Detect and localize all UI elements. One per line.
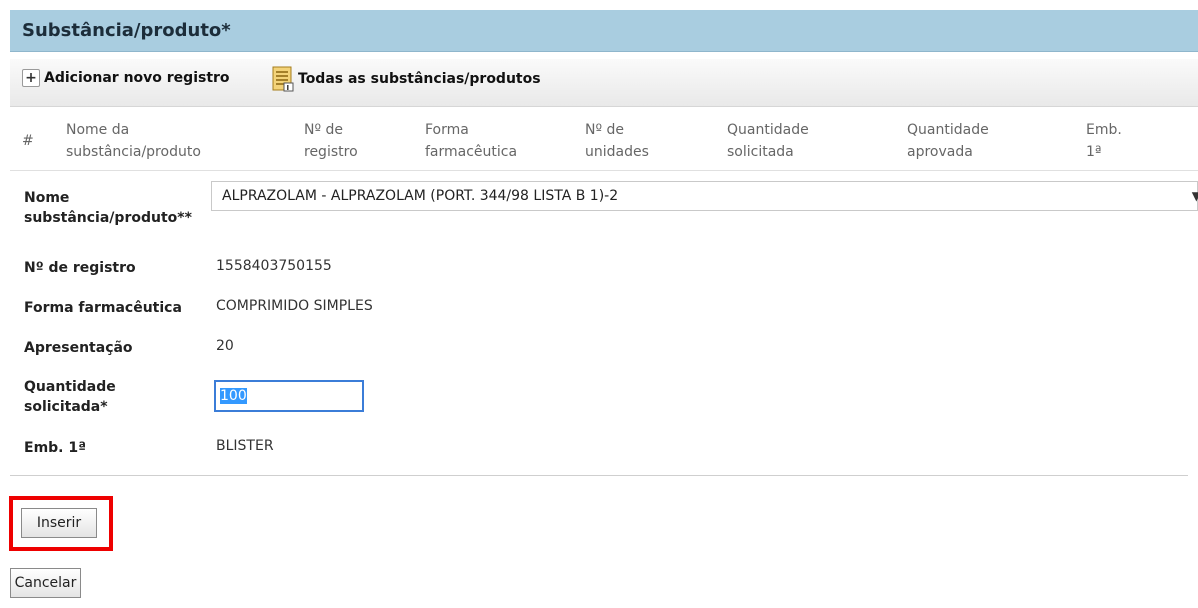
quantidade-input-value: 100 [220, 388, 247, 404]
col-index[interactable]: # [22, 130, 34, 152]
col-qtd-solicitada[interactable]: Quantidade solicitada [727, 119, 809, 163]
nome-label: Nome substância/produto** [24, 190, 192, 226]
col-qtd-aprovada[interactable]: Quantidade aprovada [907, 119, 989, 163]
divider [10, 475, 1188, 476]
registro-value: 1558403750155 [216, 258, 332, 274]
forma-value: COMPRIMIDO SIMPLES [216, 298, 373, 314]
inserir-button[interactable]: Inserir [21, 508, 97, 538]
plus-icon: + [22, 69, 40, 87]
cancelar-button[interactable]: Cancelar [10, 568, 81, 598]
panel-header: Substância/produto* [10, 10, 1198, 52]
document-list-icon: I [272, 66, 294, 92]
panel-title: Substância/produto* [22, 20, 231, 41]
emb-value: BLISTER [216, 438, 274, 454]
col-nome[interactable]: Nome da substância/produto [66, 119, 201, 163]
add-record-button[interactable]: + Adicionar novo registro [22, 69, 230, 87]
quantidade-label: Quantidade solicitada* [24, 379, 116, 415]
all-products-button[interactable]: I Todas as substâncias/produtos [272, 66, 541, 92]
col-registro[interactable]: Nº de registro [304, 119, 358, 163]
toolbar: + Adicionar novo registro I Todas as sub… [10, 59, 1198, 107]
col-forma[interactable]: Forma farmacêutica [425, 119, 517, 163]
svg-text:I: I [287, 84, 290, 92]
registro-label: Nº de registro [24, 260, 136, 276]
nome-select-value: ALPRAZOLAM - ALPRAZOLAM (PORT. 344/98 LI… [222, 188, 619, 204]
apresentacao-value: 20 [216, 338, 234, 354]
forma-label: Forma farmacêutica [24, 300, 182, 316]
grid-header: # Nome da substância/produto Nº de registr… [10, 111, 1198, 171]
emb-label: Emb. 1ª [24, 440, 87, 456]
nome-select[interactable]: ALPRAZOLAM - ALPRAZOLAM (PORT. 344/98 LI… [211, 181, 1198, 211]
apresentacao-label: Apresentação [24, 340, 133, 356]
dropdown-arrow-icon[interactable]: ▼ [1192, 182, 1198, 210]
col-unidades[interactable]: Nº de unidades [585, 119, 649, 163]
col-emb[interactable]: Emb. 1ª [1086, 119, 1122, 163]
add-record-label: Adicionar novo registro [44, 70, 230, 86]
quantidade-input[interactable]: 100 [214, 380, 364, 412]
all-products-label: Todas as substâncias/produtos [298, 71, 541, 87]
